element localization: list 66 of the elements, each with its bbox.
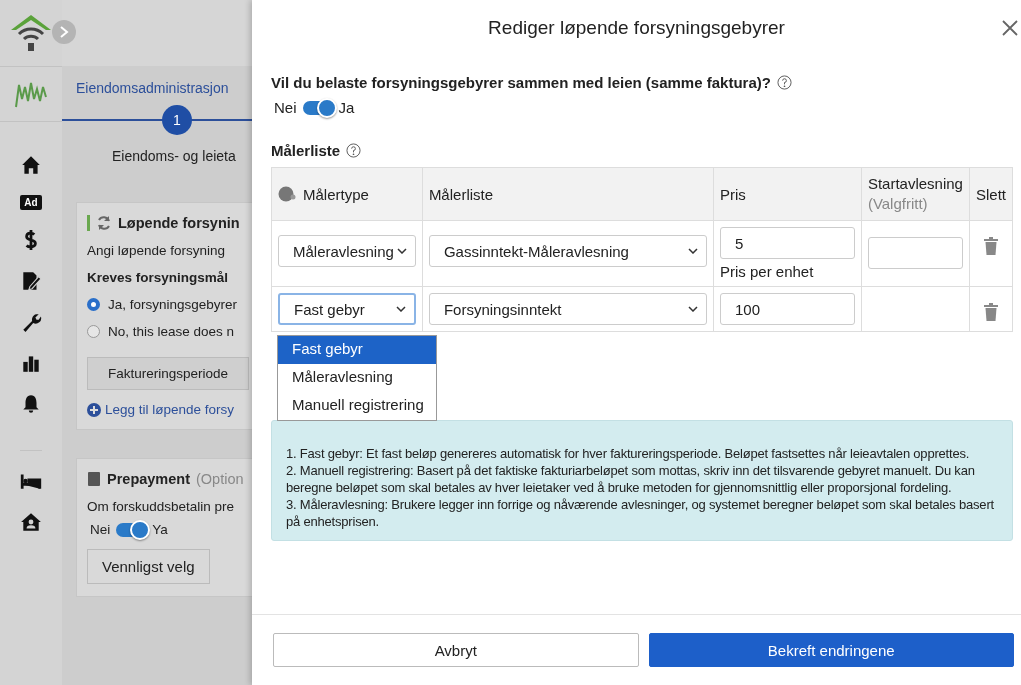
- chevron-right-icon: [59, 26, 69, 38]
- info-text: 2. Manuell registrering: Basert på det faktiske fakturiarbeløpet som mottas, skriv inn det tilsvarende gebyret manuelt. Du kan beregne beløpet som skal betales av hver leietaker ved å bruke metoden for gjennomsnittlig eller proporsjonal fordeling.: [286, 462, 976, 496]
- meter-list-select[interactable]: Forsyningsinntekt: [428, 293, 707, 325]
- close-icon[interactable]: [1001, 19, 1019, 37]
- chevron-down-icon: [688, 248, 698, 254]
- column-header: Slett: [969, 167, 1013, 221]
- help-icon[interactable]: [346, 143, 362, 158]
- house-wifi-logo: [9, 12, 53, 54]
- toggle-label: Nei: [274, 99, 297, 116]
- price-input[interactable]: 5: [720, 227, 855, 259]
- step-label: Eiendoms- og leieta: [112, 148, 237, 164]
- column-header: Pris: [713, 167, 862, 221]
- step-number: 1: [162, 105, 192, 135]
- radio-button[interactable]: [87, 298, 100, 311]
- price-input[interactable]: 100: [720, 293, 855, 325]
- wrench-icon[interactable]: [20, 311, 42, 333]
- toggle-switch[interactable]: [116, 522, 147, 537]
- question-label: Om forskuddsbetalin pre: [87, 499, 235, 514]
- question-label: Vil du belaste forsyningsgebyrer sammen med leien (samme faktura)?: [271, 74, 771, 91]
- home-icon[interactable]: [20, 154, 42, 176]
- toggle-switch[interactable]: [302, 100, 333, 115]
- chevron-down-icon: [688, 306, 698, 312]
- card-title: Løpende forsynin: [118, 215, 240, 231]
- meter-type-select[interactable]: Måleravlesning: [278, 235, 416, 267]
- toggle-label: Nei: [90, 522, 111, 537]
- cancel-button[interactable]: Avbryt: [273, 633, 639, 667]
- select-field[interactable]: Vennligst velg: [87, 549, 210, 584]
- radio-label: No, this lease does n: [108, 324, 235, 339]
- info-text: 1. Fast gebyr: Et fast beløp genereres automatisk for hver faktureringsperiode. Beløpet fastsettes når leieavtalen opprettes.: [286, 445, 971, 462]
- edit-icon[interactable]: [20, 270, 42, 292]
- question-label: Kreves forsyningsmål: [87, 270, 229, 285]
- card-title: Prepayment: [107, 471, 190, 487]
- trash-icon[interactable]: [983, 303, 999, 321]
- column-header: Målertype: [303, 185, 369, 203]
- price-hint: Pris per enhet: [720, 263, 815, 280]
- meter-list-select[interactable]: Gassinntekt-Måleravlesning: [428, 235, 707, 267]
- column-header: Målerliste: [422, 167, 714, 221]
- section-title: Målerliste: [271, 142, 341, 159]
- toggle-label: Ya: [152, 522, 168, 537]
- chevron-down-icon: [395, 306, 406, 312]
- card-description: Angi løpende forsyning: [87, 243, 226, 258]
- radio-label: Ja, forsyningsgebyrer: [108, 297, 238, 312]
- book-icon: [87, 471, 101, 487]
- confirm-button[interactable]: Bekreft endringene: [648, 633, 1014, 667]
- add-link[interactable]: Legg til løpende forsy: [105, 402, 235, 417]
- column-header: Startavlesning (Valgfritt): [861, 167, 970, 221]
- meter-type-select[interactable]: Fast gebyr: [278, 293, 416, 325]
- info-text: 3. Måleravlesning: Brukere legger inn forrige og nåværende avlesninger, og systemet beregner beløpet som skal betales basert på enhetsprisen.: [286, 496, 995, 530]
- dialog-title: Rediger løpende forsyningsgebyrer: [488, 17, 785, 39]
- house-icon[interactable]: [20, 511, 42, 533]
- bell-icon[interactable]: [20, 393, 42, 415]
- ad-icon[interactable]: Ad: [20, 195, 42, 210]
- start-reading-input[interactable]: [867, 237, 963, 269]
- dropdown-option[interactable]: Manuell registrering: [278, 392, 436, 420]
- toggle-label: Ja: [338, 99, 355, 116]
- plus-circle-icon[interactable]: [87, 402, 101, 417]
- trash-icon[interactable]: [983, 237, 999, 255]
- refresh-icon: [96, 215, 112, 231]
- dropdown-option[interactable]: Måleravlesning: [278, 364, 436, 392]
- optional-label: (Option: [196, 471, 244, 487]
- billing-period-button[interactable]: Faktureringsperiode: [87, 357, 250, 390]
- dropdown-option[interactable]: Fast gebyr: [278, 336, 436, 364]
- radio-button[interactable]: [87, 325, 100, 338]
- help-icon[interactable]: [776, 75, 792, 90]
- chevron-down-icon: [396, 248, 407, 254]
- breadcrumb-link[interactable]: Eiendomsadministrasjon: [76, 80, 252, 96]
